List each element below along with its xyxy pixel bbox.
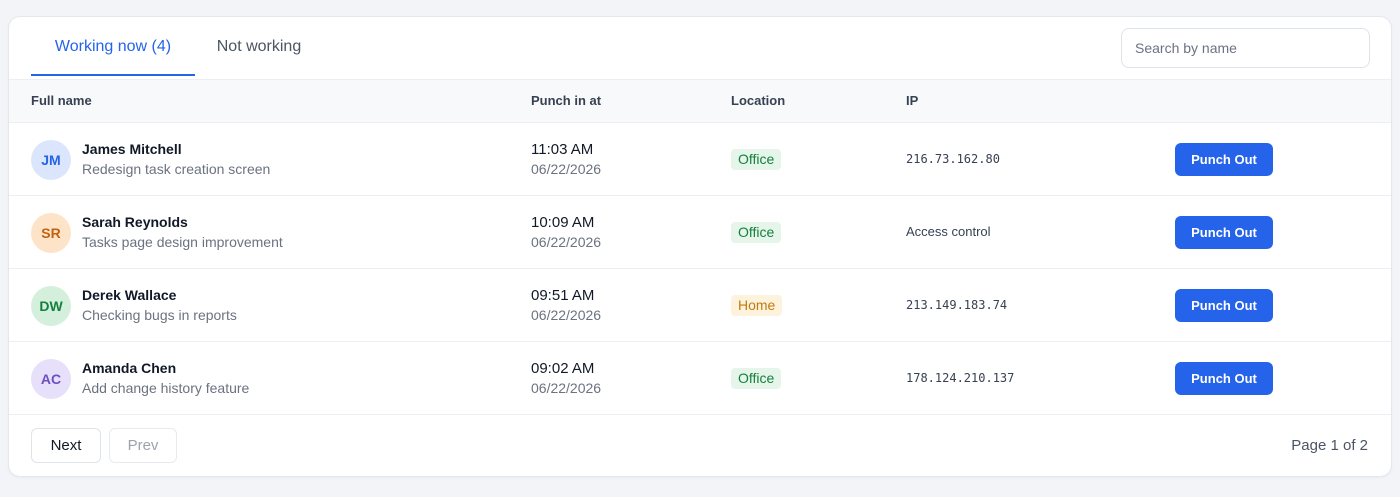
- active-tab-indicator: [31, 74, 195, 76]
- location-badge: Office: [731, 149, 782, 170]
- next-page-button[interactable]: Next: [31, 428, 101, 463]
- employee-name: Amanda Chen: [82, 360, 177, 376]
- punch-out-button[interactable]: Punch Out: [1175, 143, 1273, 176]
- punch-out-button[interactable]: Punch Out: [1175, 362, 1273, 395]
- punch-in-time: 10:09 AM: [531, 214, 595, 231]
- table-row: SR Sarah Reynolds Tasks page design improv…: [9, 196, 1391, 269]
- employee-task: Checking bugs in reports: [82, 307, 237, 323]
- ip-address: 216.73.162.80: [906, 152, 1000, 166]
- location-badge: Home: [731, 295, 783, 316]
- prev-page-button[interactable]: Prev: [109, 428, 177, 463]
- employee-task: Tasks page design improvement: [82, 234, 283, 250]
- table-row: AC Amanda Chen Add change history feature 0…: [9, 342, 1391, 415]
- avatar: DW: [31, 286, 71, 326]
- punch-in-date: 06/22/2026: [531, 234, 602, 250]
- employee-task: Redesign task creation screen: [82, 161, 271, 177]
- column-punch-in: Punch in at: [531, 93, 602, 108]
- punch-in-date: 06/22/2026: [531, 380, 602, 396]
- table-header: Full name Punch in at Location IP: [9, 79, 1391, 123]
- page-info: Page 1 of 2: [1291, 437, 1368, 454]
- ip-address: 213.149.183.74: [906, 298, 1008, 312]
- punch-out-button[interactable]: Punch Out: [1175, 216, 1273, 249]
- ip-address: 178.124.210.137: [906, 371, 1015, 385]
- punch-out-button[interactable]: Punch Out: [1175, 289, 1273, 322]
- ip-address: Access control: [906, 224, 991, 239]
- tab-working-now[interactable]: Working now (4): [31, 17, 195, 76]
- tab-not-working[interactable]: Not working: [195, 17, 323, 76]
- punch-in-date: 06/22/2026: [531, 307, 602, 323]
- tabs-bar: Working now (4) Not working: [9, 17, 1391, 79]
- punch-in-date: 06/22/2026: [531, 161, 602, 177]
- location-badge: Office: [731, 222, 782, 243]
- table-row: JM James Mitchell Redesign task creation s…: [9, 123, 1391, 196]
- column-ip: IP: [906, 93, 919, 108]
- column-location: Location: [731, 93, 786, 108]
- location-badge: Office: [731, 368, 782, 389]
- employee-task: Add change history feature: [82, 380, 250, 396]
- employee-name: Derek Wallace: [82, 287, 177, 303]
- punch-card: Working now (4) Not working Full name Pu…: [8, 16, 1392, 477]
- avatar: SR: [31, 213, 71, 253]
- table-row: DW Derek Wallace Checking bugs in reports 0…: [9, 269, 1391, 342]
- pagination: Next Prev Page 1 of 2: [9, 415, 1391, 476]
- punch-in-time: 09:51 AM: [531, 287, 595, 304]
- punch-in-time: 09:02 AM: [531, 360, 595, 377]
- column-full-name: Full name: [31, 93, 92, 108]
- employee-name: James Mitchell: [82, 141, 182, 157]
- search-input[interactable]: [1121, 28, 1370, 68]
- employee-name: Sarah Reynolds: [82, 214, 188, 230]
- avatar: AC: [31, 359, 71, 399]
- punch-in-time: 11:03 AM: [531, 141, 594, 158]
- avatar: JM: [31, 140, 71, 180]
